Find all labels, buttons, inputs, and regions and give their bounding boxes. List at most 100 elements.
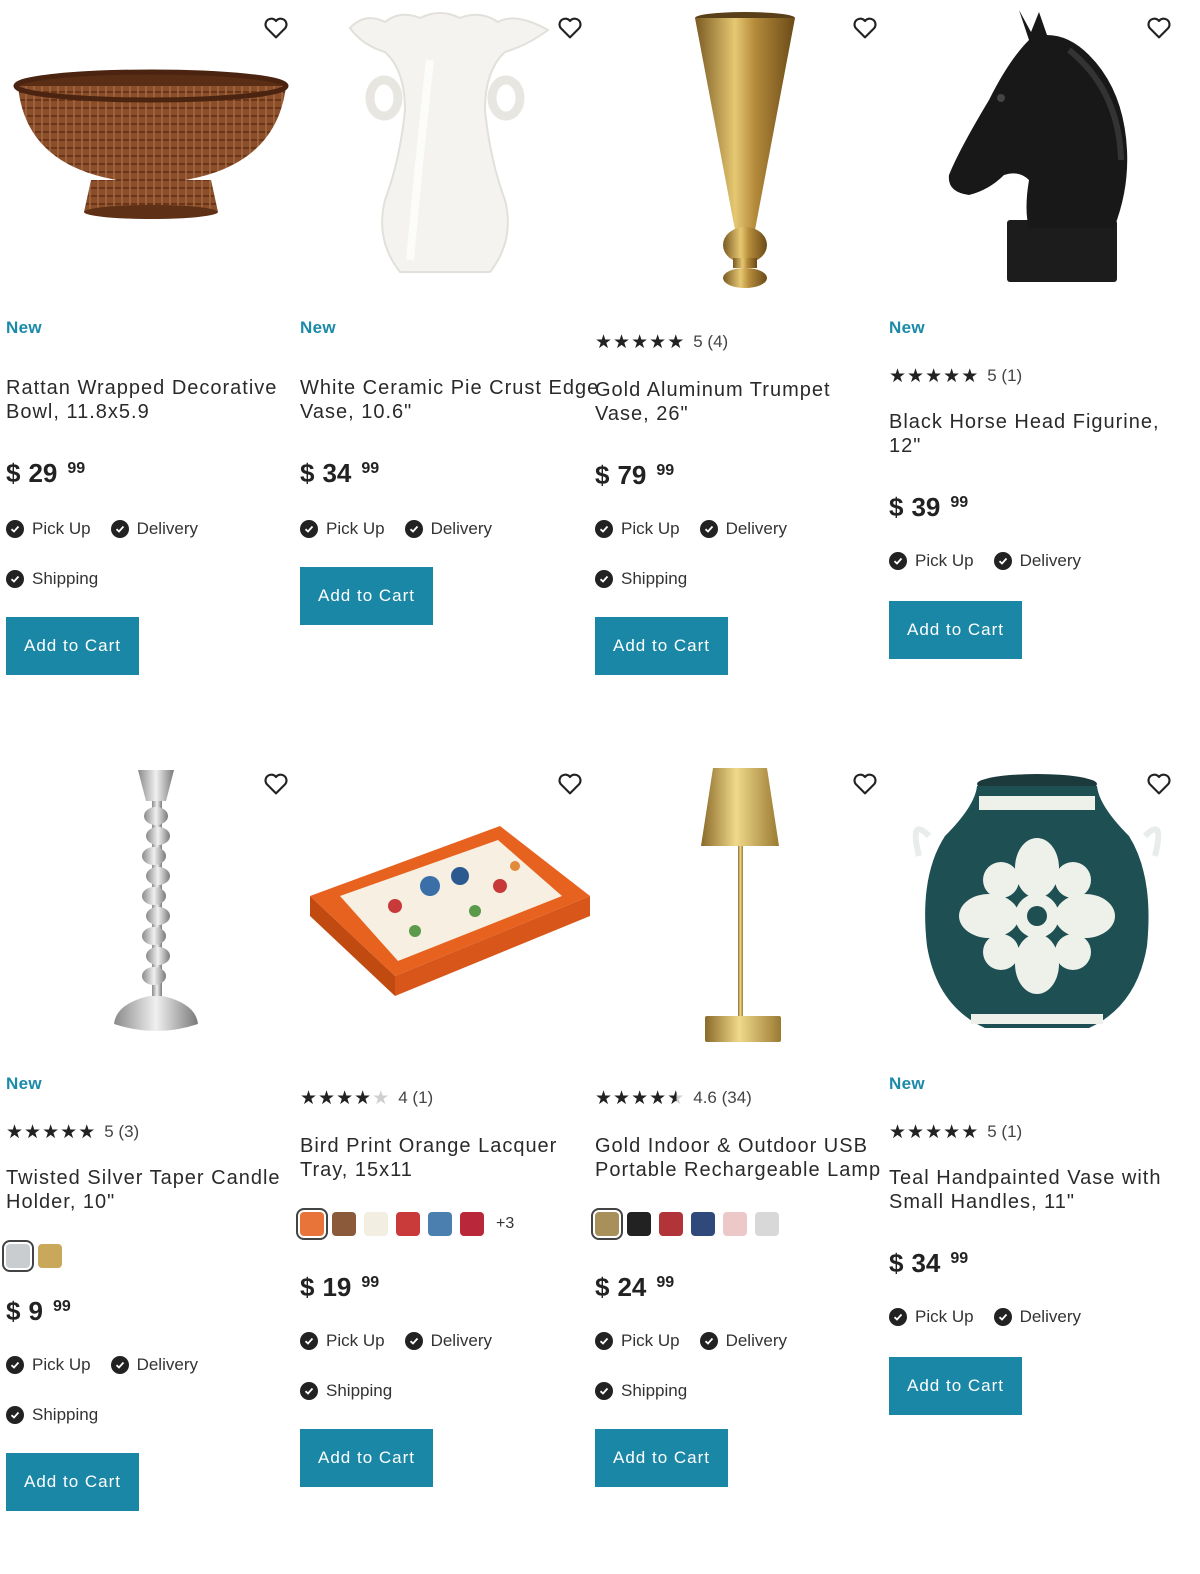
new-badge: New xyxy=(6,1074,42,1093)
check-circle-icon xyxy=(993,1308,1012,1326)
add-to-cart-button[interactable]: Add to Cart xyxy=(6,1453,139,1511)
wishlist-heart-icon[interactable] xyxy=(851,770,879,798)
product-image[interactable] xyxy=(300,0,590,300)
fulfillment-options: Shipping xyxy=(6,567,296,591)
new-badge: New xyxy=(889,1074,925,1093)
product-image[interactable] xyxy=(595,756,885,1056)
color-swatch[interactable] xyxy=(296,1208,328,1240)
product-image[interactable] xyxy=(6,0,296,300)
fulfillment-options: Pick Up Delivery xyxy=(300,517,590,541)
color-swatch[interactable] xyxy=(332,1212,356,1236)
star-icon: ★ xyxy=(318,1087,336,1109)
color-swatch[interactable] xyxy=(396,1212,420,1236)
fulfillment-options: Pick Up Delivery xyxy=(300,1329,590,1353)
star-icon: ★ xyxy=(42,1121,60,1143)
color-swatch[interactable] xyxy=(691,1212,715,1236)
add-to-cart-button[interactable]: Add to Cart xyxy=(889,601,1022,659)
product-title[interactable]: Gold Indoor & Outdoor USB Portable Recha… xyxy=(595,1134,885,1182)
check-circle-icon xyxy=(595,1332,613,1350)
color-swatch[interactable] xyxy=(38,1244,62,1268)
product-image[interactable] xyxy=(889,756,1179,1056)
star-icon: ★ xyxy=(78,1121,96,1143)
star-icon: ★ xyxy=(889,1121,907,1143)
star-icon: ★ xyxy=(943,1121,961,1143)
add-to-cart-button[interactable]: Add to Cart xyxy=(6,617,139,675)
new-badge: New xyxy=(889,318,925,337)
product-title[interactable]: Twisted Silver Taper Candle Holder, 10" xyxy=(6,1166,296,1214)
rating-stars: ★ ★ ★ ★ ★ xyxy=(300,1089,390,1108)
check-circle-icon xyxy=(404,520,423,538)
star-icon: ★ xyxy=(613,331,631,353)
new-badge: New xyxy=(6,318,42,337)
wishlist-heart-icon[interactable] xyxy=(262,770,290,798)
product-title[interactable]: Rattan Wrapped Decorative Bowl, 11.8x5.9 xyxy=(6,376,296,424)
wishlist-heart-icon[interactable] xyxy=(556,14,584,42)
product-rating[interactable]: ★ ★ ★ ★ ★ 4 (1) xyxy=(300,1086,590,1110)
color-swatch[interactable] xyxy=(364,1212,388,1236)
wishlist-heart-icon[interactable] xyxy=(262,14,290,42)
color-swatch[interactable] xyxy=(755,1212,779,1236)
star-icon: ★ xyxy=(649,331,667,353)
fulfillment-options: Shipping xyxy=(595,567,885,591)
rating-text: 4 (1) xyxy=(398,1088,434,1107)
product-image[interactable] xyxy=(595,0,885,300)
star-icon: ★ xyxy=(336,1087,354,1109)
rating-text: 5 (3) xyxy=(104,1122,140,1141)
star-icon: ★ xyxy=(961,1121,979,1143)
star-icon: ★ xyxy=(595,1087,613,1109)
color-swatch[interactable] xyxy=(460,1212,484,1236)
product-rating[interactable]: ★ ★ ★ ★ ★ 5 (1) xyxy=(889,1120,1179,1144)
star-icon: ★ xyxy=(667,331,685,353)
star-icon: ★ xyxy=(943,365,961,387)
check-circle-icon xyxy=(110,1356,129,1374)
product-title[interactable]: Black Horse Head Figurine, 12" xyxy=(889,410,1179,458)
check-circle-icon xyxy=(595,570,613,588)
check-circle-icon xyxy=(404,1332,423,1350)
wishlist-heart-icon[interactable] xyxy=(851,14,879,42)
wishlist-heart-icon[interactable] xyxy=(1145,770,1173,798)
fulfillment-options: Pick Up Delivery xyxy=(889,549,1179,573)
color-swatch[interactable] xyxy=(659,1212,683,1236)
color-swatch[interactable] xyxy=(723,1212,747,1236)
product-image[interactable] xyxy=(6,756,296,1056)
product-rating[interactable]: ★ ★ ★ ★ ★ 4.6 (34) xyxy=(595,1086,885,1110)
product-image[interactable] xyxy=(300,756,590,1056)
star-icon: ★ xyxy=(907,1121,925,1143)
star-half-icon: ★ xyxy=(667,1087,685,1109)
add-to-cart-button[interactable]: Add to Cart xyxy=(889,1357,1022,1415)
check-circle-icon xyxy=(889,552,907,570)
product-title[interactable]: Teal Handpainted Vase with Small Handles… xyxy=(889,1166,1179,1214)
color-swatch[interactable] xyxy=(428,1212,452,1236)
fulfillment-options: Pick Up Delivery xyxy=(595,517,885,541)
product-rating[interactable]: ★ ★ ★ ★ ★ 5 (4) xyxy=(595,330,885,354)
check-circle-icon xyxy=(595,1382,613,1400)
wishlist-heart-icon[interactable] xyxy=(1145,14,1173,42)
star-icon: ★ xyxy=(372,1087,390,1109)
add-to-cart-button[interactable]: Add to Cart xyxy=(300,1429,433,1487)
add-to-cart-button[interactable]: Add to Cart xyxy=(595,617,728,675)
product-title[interactable]: White Ceramic Pie Crust Edge Vase, 10.6" xyxy=(300,376,598,424)
star-icon: ★ xyxy=(24,1121,42,1143)
add-to-cart-button[interactable]: Add to Cart xyxy=(300,567,433,625)
check-circle-icon xyxy=(6,520,24,538)
star-icon: ★ xyxy=(631,331,649,353)
fulfillment-options: Pick Up Delivery xyxy=(595,1329,885,1353)
color-swatch[interactable] xyxy=(627,1212,651,1236)
product-price: $ 79 99 xyxy=(595,460,675,490)
product-rating[interactable]: ★ ★ ★ ★ ★ 5 (1) xyxy=(889,364,1179,388)
add-to-cart-button[interactable]: Add to Cart xyxy=(595,1429,728,1487)
fulfillment-options: Pick Up Delivery xyxy=(6,517,296,541)
product-image[interactable] xyxy=(889,0,1179,300)
star-icon: ★ xyxy=(889,365,907,387)
color-swatch[interactable] xyxy=(2,1240,34,1272)
product-price: $ 34 99 xyxy=(300,458,380,488)
product-title[interactable]: Bird Print Orange Lacquer Tray, 15x11 xyxy=(300,1134,590,1182)
product-title[interactable]: Gold Aluminum Trumpet Vase, 26" xyxy=(595,378,885,426)
color-swatches xyxy=(2,1240,296,1272)
more-swatches-link[interactable]: +3 xyxy=(496,1215,514,1233)
product-rating[interactable]: ★ ★ ★ ★ ★ 5 (3) xyxy=(6,1120,296,1144)
fulfillment-options: Pick Up Delivery xyxy=(6,1353,296,1377)
wishlist-heart-icon[interactable] xyxy=(556,770,584,798)
color-swatch[interactable] xyxy=(591,1208,623,1240)
fulfillment-options: Shipping xyxy=(595,1379,885,1403)
